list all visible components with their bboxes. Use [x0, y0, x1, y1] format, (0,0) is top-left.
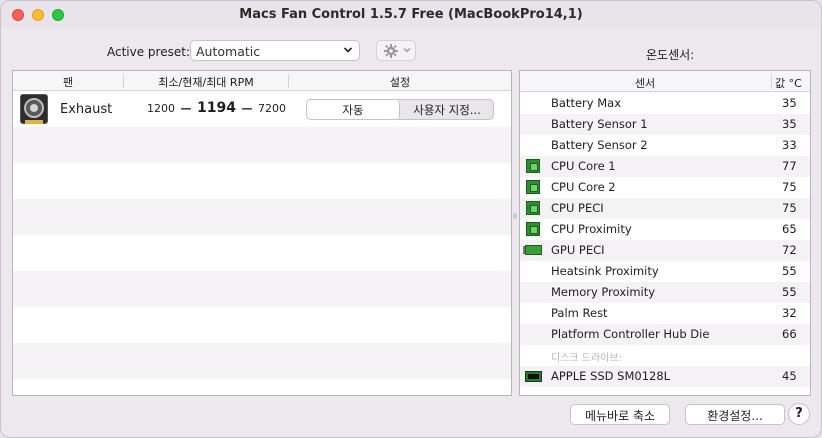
active-preset-label: Active preset: — [107, 45, 190, 59]
sensor-row[interactable]: Palm Rest 32 — [520, 303, 810, 324]
disk-drives-group-label: 디스크 드라이브: — [551, 353, 622, 364]
empty-row — [13, 199, 511, 235]
active-preset-value: Automatic — [196, 44, 261, 59]
fan-name: Exhaust — [60, 102, 113, 117]
fan-max-rpm: 7200 — [257, 102, 286, 115]
sensor-value: 65 — [782, 222, 797, 236]
chevron-down-icon — [403, 46, 411, 56]
sensor-name: Palm Rest — [551, 306, 608, 320]
minimize-to-menubar-button[interactable]: 메뉴바로 축소 — [570, 404, 670, 425]
settings-column-header[interactable]: 설정 — [289, 74, 511, 90]
cpu-chip-icon — [526, 180, 540, 194]
split-view-handle[interactable] — [513, 213, 517, 219]
preferences-button[interactable]: 환경설정... — [685, 404, 785, 425]
fan-mode-auto-button[interactable]: 자동 — [307, 100, 400, 119]
value-column-header[interactable]: 값 °C — [775, 75, 802, 91]
sensor-row[interactable]: APPLE SSD SM0128L 45 — [520, 366, 810, 387]
chevron-down-icon — [343, 43, 353, 60]
sensor-table-header: 센서 값 °C — [520, 71, 810, 92]
sensor-row[interactable]: CPU Core 2 75 — [520, 177, 810, 198]
sensor-name: APPLE SSD SM0128L — [551, 369, 671, 383]
fan-row-exhaust[interactable]: Exhaust 1200 — 1194 — 7200 자동 사용자 지정... — [13, 91, 511, 127]
sensor-row[interactable]: Memory Proximity 55 — [520, 282, 810, 303]
sensor-value: 55 — [782, 264, 797, 278]
fan-current-rpm: 1194 — [197, 100, 236, 116]
fan-mode-custom-button[interactable]: 사용자 지정... — [401, 100, 493, 119]
sensor-name: Heatsink Proximity — [551, 264, 659, 278]
sensor-value: 35 — [782, 96, 797, 110]
sensor-row[interactable]: Battery Sensor 1 35 — [520, 114, 810, 135]
sensor-name: Battery Sensor 1 — [551, 117, 648, 131]
fan-icon — [20, 94, 48, 124]
sensor-row[interactable]: Heatsink Proximity 55 — [520, 261, 810, 282]
sensor-row[interactable]: Battery Max 35 — [520, 93, 810, 114]
sensor-row[interactable]: CPU PECI 75 — [520, 198, 810, 219]
sensor-row[interactable]: Platform Controller Hub Die 66 — [520, 324, 810, 345]
empty-row — [13, 343, 511, 379]
title-bar: Macs Fan Control 1.5.7 Free (MacBookPro1… — [1, 1, 821, 29]
sensor-value: 55 — [782, 285, 797, 299]
ssd-icon — [525, 371, 542, 382]
sensor-name: Memory Proximity — [551, 285, 656, 299]
fan-rpm: 1200 — 1194 — 7200 — [147, 100, 286, 116]
sensors-section-title: 온도센서: — [646, 48, 695, 62]
sensor-value: 66 — [782, 327, 797, 341]
sensor-row[interactable]: CPU Proximity 65 — [520, 219, 810, 240]
sensor-row[interactable]: GPU PECI 72 — [520, 240, 810, 261]
gpu-card-icon — [523, 245, 542, 255]
sensor-value: 75 — [782, 201, 797, 215]
sensor-name: Platform Controller Hub Die — [551, 327, 710, 341]
sensor-value: 32 — [782, 306, 797, 320]
sensor-group-header: 디스크 드라이브: — [520, 345, 810, 366]
help-button[interactable]: ? — [788, 403, 810, 425]
sensor-row[interactable]: CPU Core 1 77 — [520, 156, 810, 177]
cpu-chip-icon — [526, 159, 540, 173]
empty-row — [13, 271, 511, 307]
sensor-column-header[interactable]: 센서 — [520, 75, 770, 91]
fan-table-header: 팬 최소/현재/최대 RPM 설정 — [13, 71, 511, 91]
cpu-chip-icon — [526, 201, 540, 215]
sensor-value: 72 — [782, 243, 797, 257]
fan-column-header[interactable]: 팬 — [13, 74, 123, 90]
sensor-row[interactable]: Battery Sensor 2 33 — [520, 135, 810, 156]
fan-min-rpm: 1200 — [147, 102, 175, 115]
cpu-chip-icon — [526, 222, 540, 236]
sensor-name: CPU Core 2 — [551, 180, 616, 194]
sensor-value: 45 — [782, 369, 797, 383]
rpm-column-header[interactable]: 최소/현재/최대 RPM — [124, 74, 288, 90]
window-title: Macs Fan Control 1.5.7 Free (MacBookPro1… — [239, 7, 583, 22]
sensor-name: CPU Core 1 — [551, 159, 616, 173]
sensor-table: 센서 값 °C Battery Max 35 Battery Sensor 1 … — [519, 70, 811, 396]
sensor-name: CPU Proximity — [551, 222, 632, 236]
app-window: Macs Fan Control 1.5.7 Free (MacBookPro1… — [0, 0, 822, 438]
sensor-value: 75 — [782, 180, 797, 194]
fan-table: 팬 최소/현재/최대 RPM 설정 Exhaust 1200 — 1194 — … — [12, 70, 512, 396]
empty-row — [13, 127, 511, 163]
sensor-name: GPU PECI — [551, 243, 605, 257]
sensor-value: 33 — [782, 138, 797, 152]
sensor-value: 77 — [782, 159, 797, 173]
sensor-name: Battery Sensor 2 — [551, 138, 648, 152]
preset-gear-button[interactable] — [376, 40, 416, 61]
fan-mode-control: 자동 사용자 지정... — [306, 99, 494, 120]
active-preset-select[interactable]: Automatic — [190, 40, 360, 61]
sensor-value: 35 — [782, 117, 797, 131]
sensor-name: Battery Max — [551, 96, 621, 110]
sensor-name: CPU PECI — [551, 201, 604, 215]
